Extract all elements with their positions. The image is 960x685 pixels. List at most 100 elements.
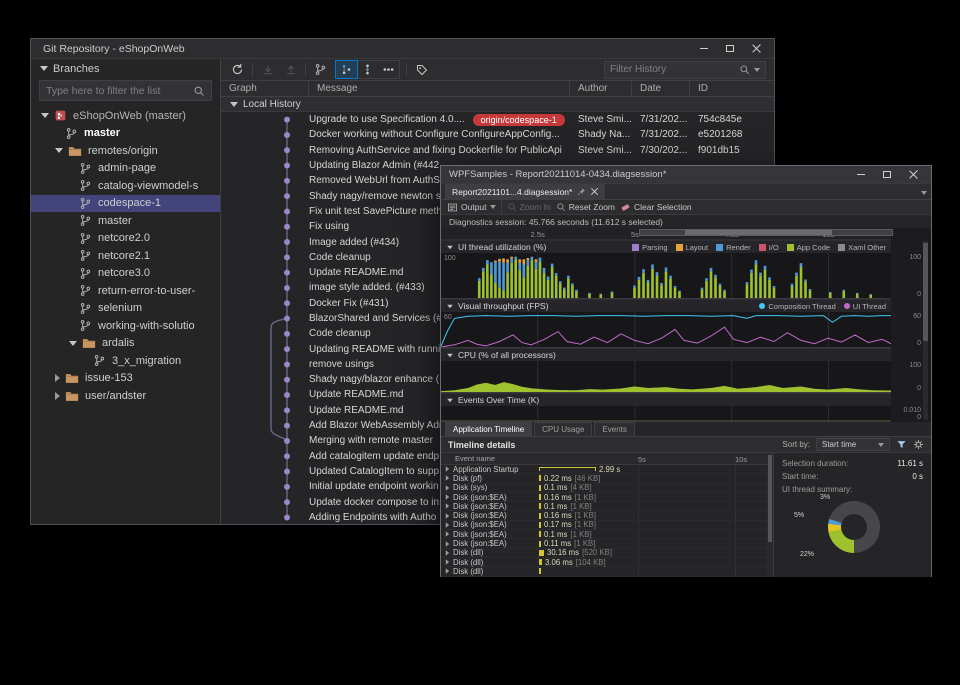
- chevron-down-icon[interactable]: [921, 191, 927, 195]
- search-icon[interactable]: [739, 64, 750, 75]
- details-vertical-scrollbar[interactable]: [767, 453, 773, 577]
- search-icon[interactable]: [193, 85, 205, 97]
- event-row[interactable]: Disk (json:$EA) 0.17 ms [1 KB]: [441, 521, 767, 530]
- expander-icon[interactable]: [446, 504, 450, 510]
- tab-application-timeline[interactable]: Application Timeline: [445, 422, 532, 436]
- event-row[interactable]: Disk (sys) 0.1 ms [4 KB]: [441, 484, 767, 493]
- column-header-author[interactable]: Author: [570, 81, 632, 96]
- tree-item-branch[interactable]: return-error-to-user-: [31, 282, 220, 300]
- filter-icon[interactable]: [896, 439, 907, 450]
- cpu-chart[interactable]: 100 0: [441, 361, 891, 393]
- tree-item-remote-ardalis[interactable]: ardalis: [31, 335, 220, 353]
- tree-item-branch-master[interactable]: master: [31, 125, 220, 143]
- branch-filter-input[interactable]: [46, 85, 189, 97]
- tree-item-repo[interactable]: eShopOnWeb (master): [31, 107, 220, 125]
- graph-view-toggle-3[interactable]: [378, 61, 399, 78]
- profiler-window-titlebar[interactable]: WPFSamples - Report20211014-0434.diagses…: [441, 166, 931, 184]
- chevron-right-icon[interactable]: [55, 392, 60, 400]
- tree-item-folder-user-andster[interactable]: user/andster: [31, 387, 220, 405]
- sort-by-dropdown[interactable]: Start time: [816, 438, 890, 451]
- tree-item-branch[interactable]: netcore2.0: [31, 230, 220, 248]
- expander-icon[interactable]: [446, 522, 450, 528]
- expander-icon[interactable]: [446, 513, 450, 519]
- expander-icon[interactable]: [446, 541, 450, 547]
- zoom-in-button[interactable]: Zoom In: [507, 202, 551, 212]
- ui-thread-utilization-chart[interactable]: 100 100 0: [441, 253, 891, 299]
- gear-icon[interactable]: [913, 439, 924, 450]
- event-row[interactable]: Disk (json:$EA) 0.16 ms [1 KB]: [441, 493, 767, 502]
- events-over-time-header[interactable]: Events Over Time (K): [441, 393, 891, 406]
- close-tab-icon[interactable]: [591, 188, 598, 195]
- maximize-button[interactable]: [718, 41, 742, 56]
- event-row[interactable]: Disk (json:$EA) 0.1 ms [1 KB]: [441, 502, 767, 511]
- event-row[interactable]: Disk (json:$EA) 0.1 ms [1 KB]: [441, 530, 767, 539]
- expander-icon[interactable]: [446, 494, 450, 500]
- column-header-message[interactable]: Message: [309, 81, 570, 96]
- close-button[interactable]: [744, 41, 768, 56]
- expander-icon[interactable]: [446, 476, 450, 482]
- expander-icon[interactable]: [446, 559, 450, 565]
- tab-events[interactable]: Events: [594, 422, 634, 436]
- visual-throughput-chart[interactable]: 60 60 0: [441, 312, 891, 348]
- fetch-icon[interactable]: [259, 61, 276, 78]
- event-row[interactable]: Disk (pf) 0.22 ms [46 KB]: [441, 474, 767, 483]
- zoom-scrollbar[interactable]: [639, 229, 893, 236]
- branches-header[interactable]: Branches: [31, 59, 220, 78]
- zoom-scrollbar-thumb[interactable]: [685, 230, 831, 235]
- charts-vertical-scrollbar[interactable]: [923, 241, 928, 420]
- event-row[interactable]: Disk (dll) 3.06 ms [104 KB]: [441, 558, 767, 567]
- event-row[interactable]: Disk (json:$EA) 0.16 ms [1 KB]: [441, 511, 767, 520]
- tree-item-branch[interactable]: master: [31, 212, 220, 230]
- local-history-section[interactable]: Local History: [221, 97, 774, 112]
- tag-icon[interactable]: [413, 61, 430, 78]
- refresh-icon[interactable]: [229, 61, 246, 78]
- column-header-date[interactable]: Date: [632, 81, 690, 96]
- graph-view-toggle-2[interactable]: [357, 61, 378, 78]
- tree-item-branch[interactable]: admin-page: [31, 160, 220, 178]
- graph-view-toggle-1[interactable]: [336, 61, 357, 78]
- column-header-id[interactable]: ID: [690, 81, 774, 96]
- ui-thread-utilization-header[interactable]: UI thread utilization (%) Parsing Layout…: [441, 240, 891, 253]
- maximize-button[interactable]: [875, 167, 899, 182]
- minimize-button[interactable]: [692, 41, 716, 56]
- time-ruler[interactable]: 2.5s 5s 7.5s 10s: [441, 228, 891, 240]
- tree-item-branch[interactable]: catalog-viewmodel-s: [31, 177, 220, 195]
- event-row[interactable]: Application Startup 2.99 s: [441, 465, 767, 474]
- pin-icon[interactable]: [577, 187, 586, 196]
- event-row[interactable]: Disk (dll) 30.16 ms [520 KB]: [441, 549, 767, 558]
- tree-item-branch-selected[interactable]: codespace-1: [31, 195, 220, 213]
- expander-icon[interactable]: [446, 531, 450, 537]
- chevron-down-icon[interactable]: [69, 341, 77, 346]
- close-button[interactable]: [901, 167, 925, 182]
- tree-item-branch[interactable]: working-with-solutio: [31, 317, 220, 335]
- branch-icon[interactable]: [312, 61, 329, 78]
- chevron-down-icon[interactable]: [754, 68, 760, 72]
- push-icon[interactable]: [282, 61, 299, 78]
- tab-cpu-usage[interactable]: CPU Usage: [534, 422, 592, 436]
- expander-icon[interactable]: [446, 485, 450, 491]
- chevron-down-icon[interactable]: [55, 148, 63, 153]
- tree-item-folder-issue-153[interactable]: issue-153: [31, 370, 220, 388]
- expander-icon[interactable]: [446, 569, 450, 575]
- events-over-time-chart[interactable]: 0.010 0: [441, 406, 891, 422]
- reset-zoom-button[interactable]: Reset Zoom: [556, 202, 615, 212]
- chevron-right-icon[interactable]: [55, 374, 60, 382]
- visual-throughput-header[interactable]: Visual throughput (FPS) Composition Thre…: [441, 299, 891, 312]
- output-button[interactable]: Output: [447, 202, 496, 213]
- tree-item-branch[interactable]: selenium: [31, 300, 220, 318]
- column-header-graph[interactable]: Graph: [221, 81, 309, 96]
- expander-icon[interactable]: [446, 550, 450, 556]
- chevron-down-icon[interactable]: [41, 113, 49, 118]
- tree-item-remotes-origin[interactable]: remotes/origin: [31, 142, 220, 160]
- scrollbar-thumb[interactable]: [923, 243, 928, 341]
- event-row[interactable]: Disk (json:$EA) 0.11 ms [1 KB]: [441, 539, 767, 548]
- event-name-column[interactable]: Event name: [455, 454, 495, 463]
- minimize-button[interactable]: [849, 167, 873, 182]
- expander-icon[interactable]: [446, 466, 450, 472]
- git-window-titlebar[interactable]: Git Repository - eShopOnWeb: [31, 39, 774, 59]
- tree-item-branch[interactable]: 3_x_migration: [31, 352, 220, 370]
- event-row[interactable]: Disk (dll): [441, 567, 767, 576]
- scrollbar-thumb[interactable]: [768, 455, 772, 542]
- tree-item-branch[interactable]: netcore3.0: [31, 265, 220, 283]
- diagsession-tab[interactable]: Report2021101...4.diagsession*: [445, 184, 605, 199]
